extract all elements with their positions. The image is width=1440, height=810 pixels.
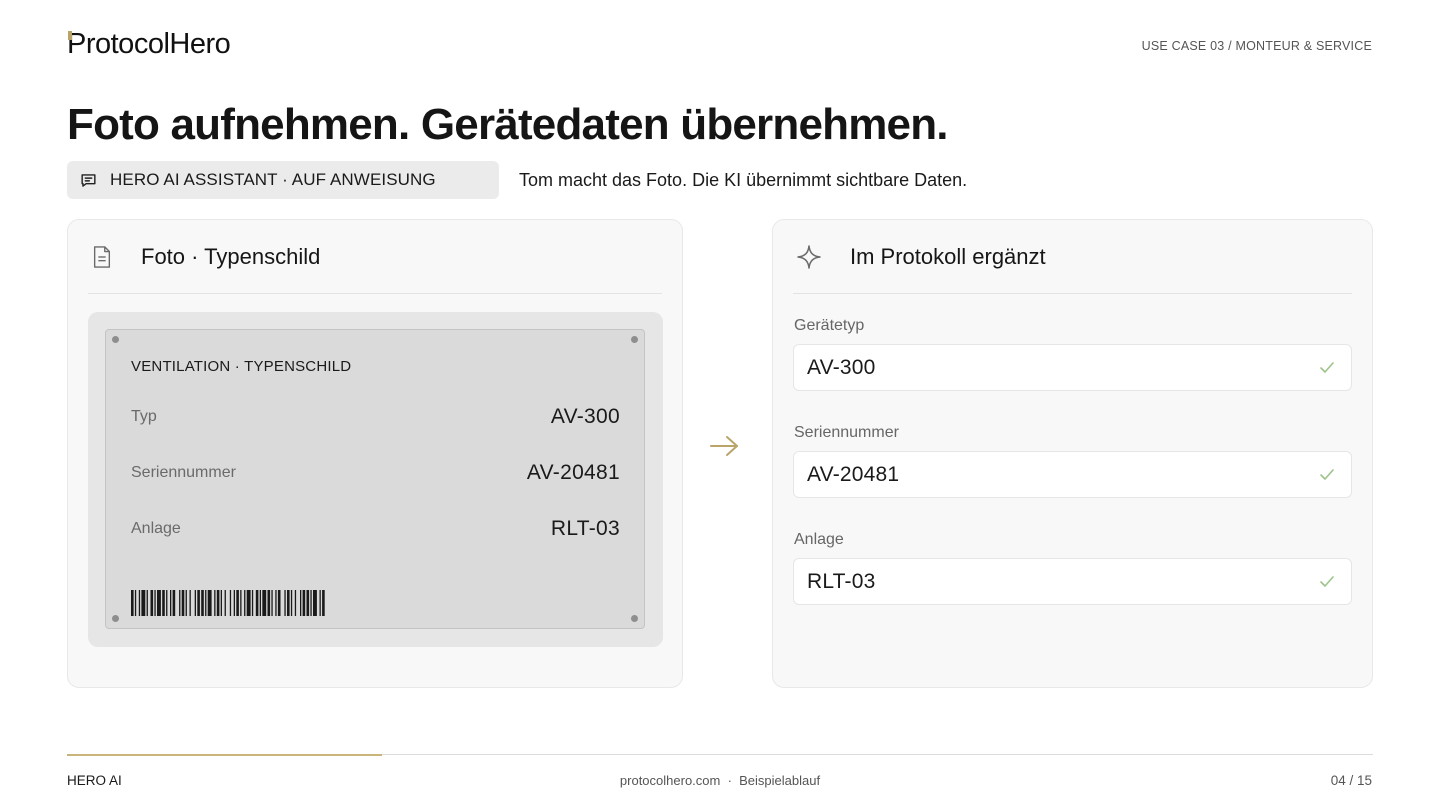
screw bbox=[112, 336, 119, 343]
page-title: Foto aufnehmen. Gerätedaten übernehmen. bbox=[67, 100, 949, 149]
nameplate-title: VENTILATION · TYPENSCHILD bbox=[131, 358, 352, 375]
page-indicator: 04 / 15 bbox=[1330, 773, 1372, 788]
field-label-serial: Seriennummer bbox=[794, 424, 899, 441]
check-icon bbox=[1320, 361, 1334, 373]
use-case-label: USE CASE 03 / MONTEUR & SERVICE bbox=[1141, 39, 1372, 53]
nameplate: VENTILATION · TYPENSCHILD Typ AV-300 Ser… bbox=[105, 329, 645, 629]
footer-center: protocolhero.com · Beispielablauf bbox=[619, 773, 821, 788]
check-icon bbox=[1320, 575, 1334, 587]
field-label-plant: Anlage bbox=[794, 531, 844, 548]
nameplate-row-serial: Seriennummer AV-20481 bbox=[131, 461, 620, 485]
field-value: RLT-03 bbox=[807, 569, 876, 593]
sparkle-icon bbox=[797, 244, 821, 269]
chat-icon bbox=[81, 173, 96, 187]
document-icon bbox=[93, 245, 111, 268]
nameplate-value: AV-300 bbox=[550, 405, 620, 428]
field-value: AV-20481 bbox=[807, 462, 900, 486]
logo-initial: P bbox=[67, 28, 86, 60]
assistant-label: HERO AI ASSISTANT · AUF ANWEISUNG bbox=[110, 170, 436, 189]
screw bbox=[631, 336, 638, 343]
protocol-card: Im Protokoll ergänzt Gerätetyp AV-300 Se… bbox=[772, 219, 1373, 688]
nameplate-row-plant: Anlage RLT-03 bbox=[131, 517, 620, 541]
logo-text: rotocolHero bbox=[85, 28, 231, 60]
serial-number-field[interactable]: AV-20481 bbox=[793, 451, 1352, 498]
screw bbox=[112, 615, 119, 622]
check-icon bbox=[1320, 468, 1334, 480]
device-type-field[interactable]: AV-300 bbox=[793, 344, 1352, 391]
nameplate-value: RLT-03 bbox=[550, 517, 620, 540]
nameplate-key: Seriennummer bbox=[131, 464, 236, 481]
photo-card-title: Foto · Typenschild bbox=[141, 243, 321, 269]
field-value: AV-300 bbox=[807, 355, 876, 379]
progress-fill bbox=[67, 753, 382, 756]
nameplate-row-type: Typ AV-300 bbox=[131, 405, 620, 429]
nameplate-value: AV-20481 bbox=[526, 461, 620, 484]
nameplate-key: Anlage bbox=[131, 520, 181, 537]
arrow-right-icon bbox=[710, 436, 738, 456]
assistant-description: Tom macht das Foto. Die KI übernimmt sic… bbox=[519, 170, 968, 190]
barcode bbox=[131, 590, 325, 616]
protocol-card-title: Im Protokoll ergänzt bbox=[850, 243, 1046, 269]
assistant-badge: HERO AI ASSISTANT · AUF ANWEISUNG bbox=[67, 161, 499, 199]
nameplate-photo: VENTILATION · TYPENSCHILD Typ AV-300 Ser… bbox=[88, 312, 663, 647]
protocol-card-header: Im Protokoll ergänzt bbox=[793, 220, 1352, 294]
plant-field[interactable]: RLT-03 bbox=[793, 558, 1352, 605]
field-label-device-type: Gerätetyp bbox=[794, 317, 865, 334]
screw bbox=[631, 615, 638, 622]
brand-logo: ProtocolHero bbox=[67, 28, 231, 61]
progress-track bbox=[67, 753, 1373, 756]
photo-card-header: Foto · Typenschild bbox=[88, 220, 662, 294]
nameplate-key: Typ bbox=[131, 408, 157, 425]
photo-card: Foto · Typenschild VENTILATION · TYPENSC… bbox=[67, 219, 683, 688]
